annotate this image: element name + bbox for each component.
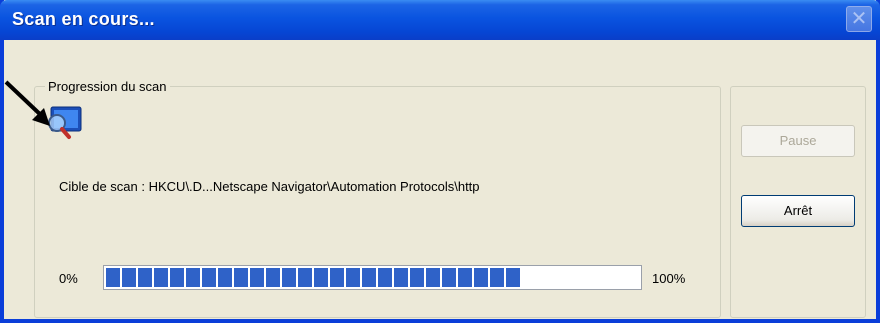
progress-segment [250, 268, 264, 287]
progress-start-label: 0% [59, 271, 78, 286]
scan-progress-group: Progression du scan Cible de scan : HKCU… [34, 79, 721, 318]
progress-segment [298, 268, 312, 287]
progress-segment [490, 268, 504, 287]
progress-segment [410, 268, 424, 287]
pause-button[interactable]: Pause [741, 125, 855, 157]
progress-segment [138, 268, 152, 287]
progress-segment [346, 268, 360, 287]
progress-segment [106, 268, 120, 287]
group-label: Progression du scan [45, 79, 170, 94]
stop-button[interactable]: Arrêt [741, 195, 855, 227]
progress-segment [234, 268, 248, 287]
scan-progress-bar [103, 265, 642, 290]
progress-segment [202, 268, 216, 287]
title-bar[interactable]: Scan en cours... ✕ [0, 0, 880, 40]
progress-segment [362, 268, 376, 287]
progress-segment [458, 268, 472, 287]
close-icon: ✕ [850, 8, 868, 30]
progress-segment [378, 268, 392, 287]
progress-fill [106, 268, 522, 287]
progress-segment [394, 268, 408, 287]
progress-segment [122, 268, 136, 287]
progress-segment [330, 268, 344, 287]
progress-segment [426, 268, 440, 287]
progress-end-label: 100% [652, 271, 686, 286]
close-button[interactable]: ✕ [846, 6, 872, 32]
pointer-arrow-icon [4, 80, 50, 126]
action-buttons-panel: Pause Arrêt [730, 86, 866, 318]
window-title: Scan en cours... [12, 9, 155, 29]
progress-segment [506, 268, 520, 287]
progress-segment [314, 268, 328, 287]
progress-segment [282, 268, 296, 287]
progress-segment [266, 268, 280, 287]
progress-segment [170, 268, 184, 287]
dialog-content: Progression du scan Cible de scan : HKCU… [4, 40, 876, 319]
scan-target-text: Cible de scan : HKCU\.D...Netscape Navig… [59, 179, 480, 194]
progress-segment [442, 268, 456, 287]
progress-segment [186, 268, 200, 287]
progress-segment [474, 268, 488, 287]
progress-segment [218, 268, 232, 287]
scan-dialog: Scan en cours... ✕ Progression du scan C… [0, 0, 880, 323]
progress-segment [154, 268, 168, 287]
